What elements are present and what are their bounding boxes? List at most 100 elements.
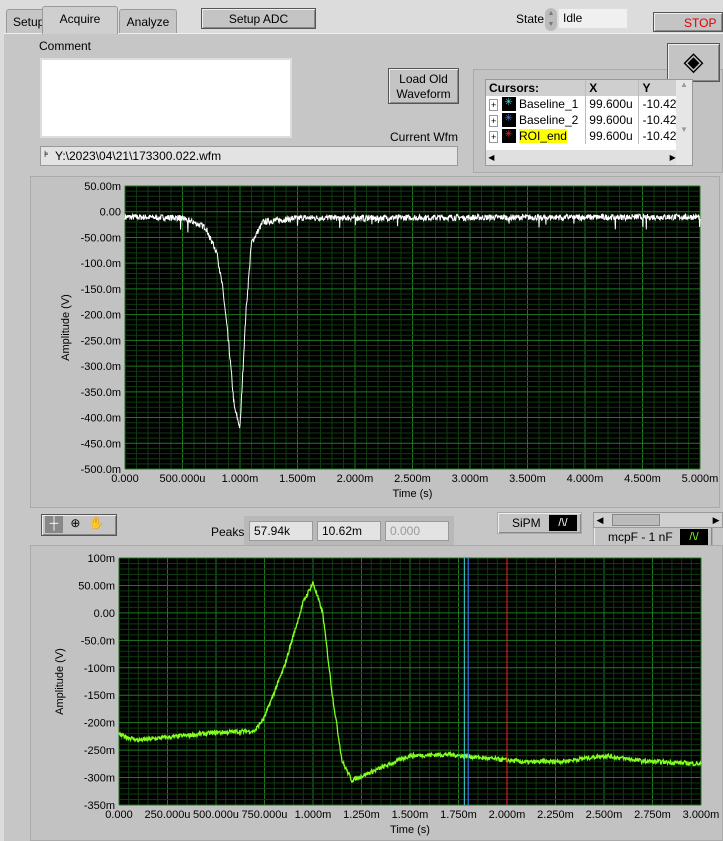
x-tick-label: 4.000m <box>567 473 604 485</box>
x-tick-label: 2.000m <box>489 809 526 821</box>
cursor-swatch-icon: ✳ <box>501 113 516 128</box>
y-tick-label: -250m <box>84 745 115 757</box>
peaks-label: Peaks <box>211 525 245 539</box>
setup-adc-button[interactable]: Setup ADC <box>201 8 316 29</box>
cursor-legend-hscrollbar[interactable]: ◀ ▶ <box>486 150 678 165</box>
cursor-row[interactable]: + ✳ Baseline_1 99.600u -10.42m <box>486 96 692 112</box>
cursor-swatch-icon: ✳ <box>501 97 516 112</box>
x-tick-label: 500.000u <box>160 473 206 485</box>
y-tick-label: -250.0m <box>81 335 121 347</box>
tab-acquire[interactable]: Acquire <box>42 6 118 34</box>
current-wfm-value: Y:\2023\04\21\173300.022.wfm <box>55 149 222 163</box>
graph-tools-palette: ┼ ⊕ ✋ <box>41 514 117 536</box>
x-tick-label: 1.500m <box>279 473 316 485</box>
y-tick-label: -50.0m <box>81 635 115 647</box>
x-tick-label: 5.000m <box>682 473 719 485</box>
comment-label: Comment <box>39 39 92 53</box>
state-stepper[interactable]: ▲ ▼ <box>545 8 557 31</box>
x-tick-label: 3.000m <box>683 809 720 821</box>
crosshair-cursor-tool-icon[interactable]: ┼ <box>45 516 63 533</box>
cursor-header-x: X <box>585 80 640 96</box>
cursor-x: 99.600u <box>585 96 640 112</box>
peak-value-2: 10.62m <box>317 521 381 541</box>
y-tick-label: 0.00 <box>100 207 121 219</box>
y-tick-label: 0.00 <box>94 608 115 620</box>
cursor-row[interactable]: + ✳ Baseline_2 99.600u -10.42m <box>486 112 692 128</box>
zoom-tool-icon[interactable]: ⊕ <box>66 516 84 533</box>
x-tick-label: 2.750m <box>634 809 671 821</box>
y-axis-label: Amplitude (V) <box>60 294 72 361</box>
current-wfm-label: Current Wfm <box>390 130 459 144</box>
y-tick-label: -300.0m <box>81 361 121 373</box>
x-tick-label: 4.500m <box>624 473 661 485</box>
current-wfm-path[interactable]: ⊧ Y:\2023\04\21\173300.022.wfm <box>40 146 458 166</box>
x-tick-label: 2.500m <box>586 809 623 821</box>
x-tick-label: 2.000m <box>337 473 374 485</box>
cursor-row[interactable]: + ✳ ROI_end 99.600u -10.42m <box>486 128 692 144</box>
x-tick-label: 2.500m <box>394 473 431 485</box>
y-tick-label: -50.00m <box>81 232 121 244</box>
y-tick-label: -150.0m <box>81 284 121 296</box>
x-tick-label: 1.750m <box>440 809 477 821</box>
y-tick-label: -100.0m <box>81 258 121 270</box>
x-tick-label: 250.000u <box>145 809 191 821</box>
load-old-waveform-button[interactable]: Load Old Waveform <box>388 68 459 104</box>
x-axis-label: Time (s) <box>393 488 433 500</box>
sipm-waveform-graph[interactable]: 0.000 500.000u 1.000m 1.500m 2.000m 2.500m 3.0… <box>30 176 720 508</box>
y-tick-label: -350.0m <box>81 387 121 399</box>
cursor-move-diamond-icon[interactable]: ◈ <box>667 43 720 82</box>
y-tick-label: -200.0m <box>81 310 121 322</box>
tab-analyze[interactable]: Analyze <box>119 9 177 33</box>
y-tick-label: 50.00m <box>78 580 115 592</box>
y-tick-label: -150m <box>84 690 115 702</box>
legend-scrollbar[interactable]: ◀ ▶ <box>593 512 723 528</box>
y-tick-label: -450.0m <box>81 438 121 450</box>
peak-value-1: 57.94k <box>249 521 313 541</box>
y-tick-label: 50.00m <box>84 181 121 193</box>
state-label: State <box>516 12 545 26</box>
mcpf-waveform-graph[interactable]: 0.000 250.000u 500.000u 750.000u 1.000m 1.250… <box>30 545 723 841</box>
y-tick-label: -500.0m <box>81 464 121 476</box>
x-tick-label: 1.000m <box>222 473 259 485</box>
x-tick-label: 2.250m <box>537 809 574 821</box>
cursor-legend: Cursors: X Y + ✳ Baseline_1 99.600u -10.42… <box>485 79 693 166</box>
path-icon: ⊧ <box>44 149 49 159</box>
expand-icon[interactable]: + <box>489 130 499 143</box>
cursor-name: ROI_end <box>518 128 567 143</box>
mcpf-plot-style-icon: /\/ <box>680 529 708 545</box>
pan-hand-tool-icon[interactable]: ✋ <box>88 516 106 533</box>
y-tick-label: -350m <box>84 800 115 812</box>
state-value: Idle <box>558 8 628 29</box>
expand-icon[interactable]: + <box>489 114 499 127</box>
y-tick-label: -100m <box>84 663 115 675</box>
legend-sipm-label: SiPM <box>512 516 541 530</box>
cursor-x: 99.600u <box>585 112 640 128</box>
cursor-x: 99.600u <box>585 128 640 144</box>
x-tick-label: 1.500m <box>392 809 429 821</box>
x-tick-label: 3.500m <box>509 473 546 485</box>
expand-icon[interactable]: + <box>489 98 499 111</box>
y-tick-label: -400.0m <box>81 413 121 425</box>
x-tick-label: 750.000u <box>242 809 288 821</box>
x-tick-label: 500.000u <box>193 809 239 821</box>
comment-input[interactable] <box>40 58 292 138</box>
peak-value-3: 0.000 <box>385 521 449 541</box>
x-axis-label: Time (s) <box>390 824 430 836</box>
cursor-legend-vscrollbar[interactable]: ▲ ▼ <box>676 80 692 165</box>
y-tick-label: -300m <box>84 773 115 785</box>
cursor-name: Baseline_1 <box>518 96 579 111</box>
x-tick-label: 1.250m <box>343 809 380 821</box>
legend-sipm[interactable]: SiPM /\/ <box>497 512 582 534</box>
cursor-header-name: Cursors: <box>486 80 587 96</box>
legend-mcpf[interactable]: mcpF - 1 nF /\/ <box>593 526 713 547</box>
y-axis-label: Amplitude (V) <box>54 648 66 715</box>
stop-button[interactable]: STOP <box>653 12 723 32</box>
cursor-name: Baseline_2 <box>518 112 579 127</box>
legend-mcpf-label: mcpF - 1 nF <box>608 530 673 544</box>
x-tick-label: 3.000m <box>452 473 489 485</box>
x-tick-label: 1.000m <box>295 809 332 821</box>
sipm-plot-style-icon: /\/ <box>549 515 577 531</box>
y-tick-label: -200m <box>84 718 115 730</box>
y-tick-label: 100m <box>87 553 115 565</box>
cursor-swatch-icon: ✳ <box>501 129 516 144</box>
